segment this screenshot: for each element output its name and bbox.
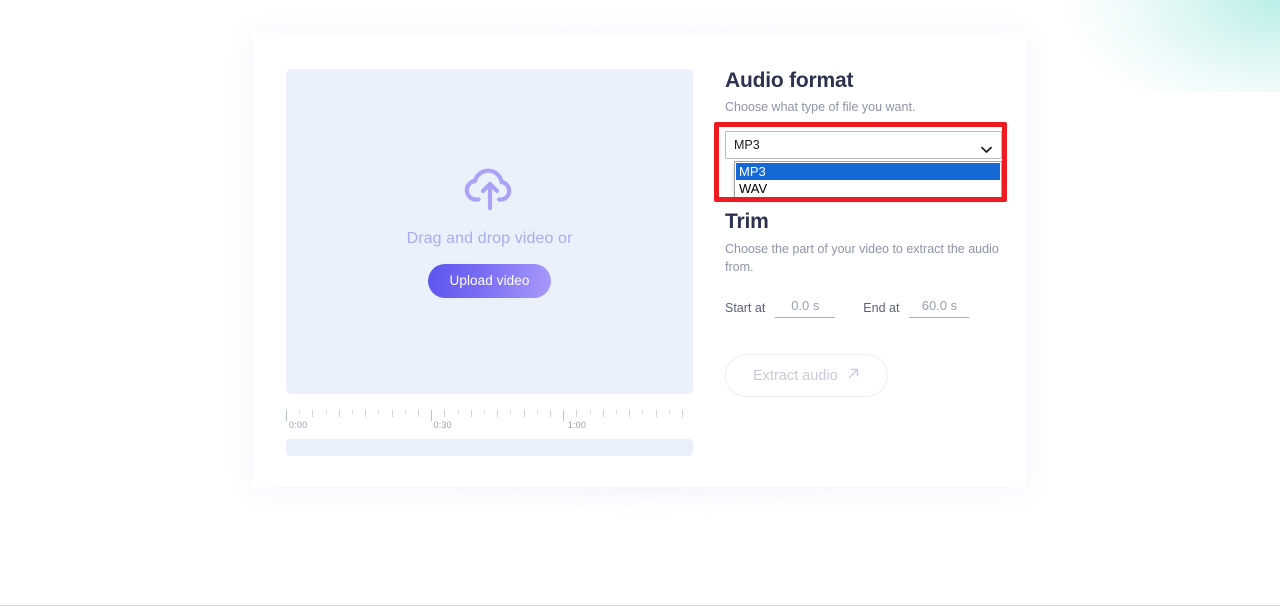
ruler-tick xyxy=(682,410,683,417)
ruler-tick xyxy=(352,410,353,415)
cloud-upload-icon xyxy=(462,166,518,214)
end-at-input[interactable]: 60.0 s xyxy=(909,298,970,319)
audio-format-option-mp3[interactable]: MP3 xyxy=(736,163,1000,181)
ruler-tick xyxy=(339,410,340,417)
ruler-tick xyxy=(392,410,393,417)
ruler-tick xyxy=(576,410,577,417)
chevron-down-icon xyxy=(981,141,992,159)
ruler-tick xyxy=(537,410,538,415)
audio-format-option-wav[interactable]: WAV xyxy=(736,180,1000,197)
audio-format-option-list[interactable]: MP3 WAV xyxy=(734,161,1002,200)
ruler-tick xyxy=(286,410,287,421)
ruler-tick xyxy=(299,410,300,415)
video-dropzone[interactable]: Drag and drop video or Upload video xyxy=(286,69,693,394)
timeline-clip-bar[interactable] xyxy=(286,439,693,456)
trim-section: Trim Choose the part of your video to ex… xyxy=(725,210,1005,398)
ruler-tick xyxy=(510,410,511,415)
ruler-tick xyxy=(669,410,670,415)
ruler-tick xyxy=(365,410,366,417)
arrow-up-right-icon xyxy=(847,367,860,384)
upload-video-button[interactable]: Upload video xyxy=(428,263,551,298)
ruler-tick xyxy=(563,410,564,421)
ruler-tick xyxy=(603,410,604,417)
page-bottom-divider xyxy=(0,605,1280,606)
timeline-ruler[interactable]: 0:00 0:30 1:00 xyxy=(286,410,693,435)
ruler-tick xyxy=(629,410,630,417)
ruler-label-2: 1:00 xyxy=(567,420,587,430)
ruler-tick xyxy=(312,410,313,417)
options-panel: Audio format Choose what type of file yo… xyxy=(725,69,1005,398)
ruler-tick xyxy=(431,410,432,421)
trim-subtitle: Choose the part of your video to extract… xyxy=(725,242,999,275)
start-at-input[interactable]: 0.0 s xyxy=(775,298,836,319)
ruler-tick xyxy=(524,410,525,417)
extract-audio-label: Extract audio xyxy=(753,367,838,384)
end-at-label: End at xyxy=(863,301,900,316)
dropzone-text: Drag and drop video or xyxy=(406,229,573,247)
audio-format-select-value: MP3 xyxy=(734,138,760,153)
ruler-tick xyxy=(326,410,327,415)
page-root: Drag and drop video or Upload video 0:00… xyxy=(0,0,1280,610)
ruler-tick xyxy=(458,410,459,415)
ruler-tick xyxy=(378,410,379,415)
ruler-label-0: 0:00 xyxy=(289,420,308,430)
ruler-label-1: 0:30 xyxy=(433,420,452,430)
audio-format-select-wrap: MP3 MP3 WAV xyxy=(725,131,1002,200)
ruler-tick xyxy=(471,410,472,417)
ruler-tick xyxy=(497,410,498,417)
ruler-tick xyxy=(444,410,445,417)
extract-audio-button[interactable]: Extract audio xyxy=(725,354,888,398)
ruler-tick xyxy=(484,410,485,415)
ruler-tick xyxy=(405,410,406,415)
start-at-label: Start at xyxy=(725,301,766,316)
tool-card: Drag and drop video or Upload video 0:00… xyxy=(253,33,1026,487)
ruler-tick xyxy=(656,410,657,417)
ruler-tick xyxy=(550,410,551,417)
ruler-tick xyxy=(616,410,617,415)
ruler-tick xyxy=(418,410,419,417)
trim-title: Trim xyxy=(725,210,769,234)
timeline[interactable]: 0:00 0:30 1:00 xyxy=(286,410,693,458)
ruler-tick xyxy=(590,410,591,415)
audio-format-title: Audio format xyxy=(725,69,854,92)
trim-time-row: Start at 0.0 s End at 60.0 s xyxy=(725,298,1005,319)
audio-format-select[interactable]: MP3 xyxy=(725,131,1002,160)
audio-format-subtitle: Choose what type of file you want. xyxy=(725,100,916,114)
ruler-tick xyxy=(642,410,643,415)
